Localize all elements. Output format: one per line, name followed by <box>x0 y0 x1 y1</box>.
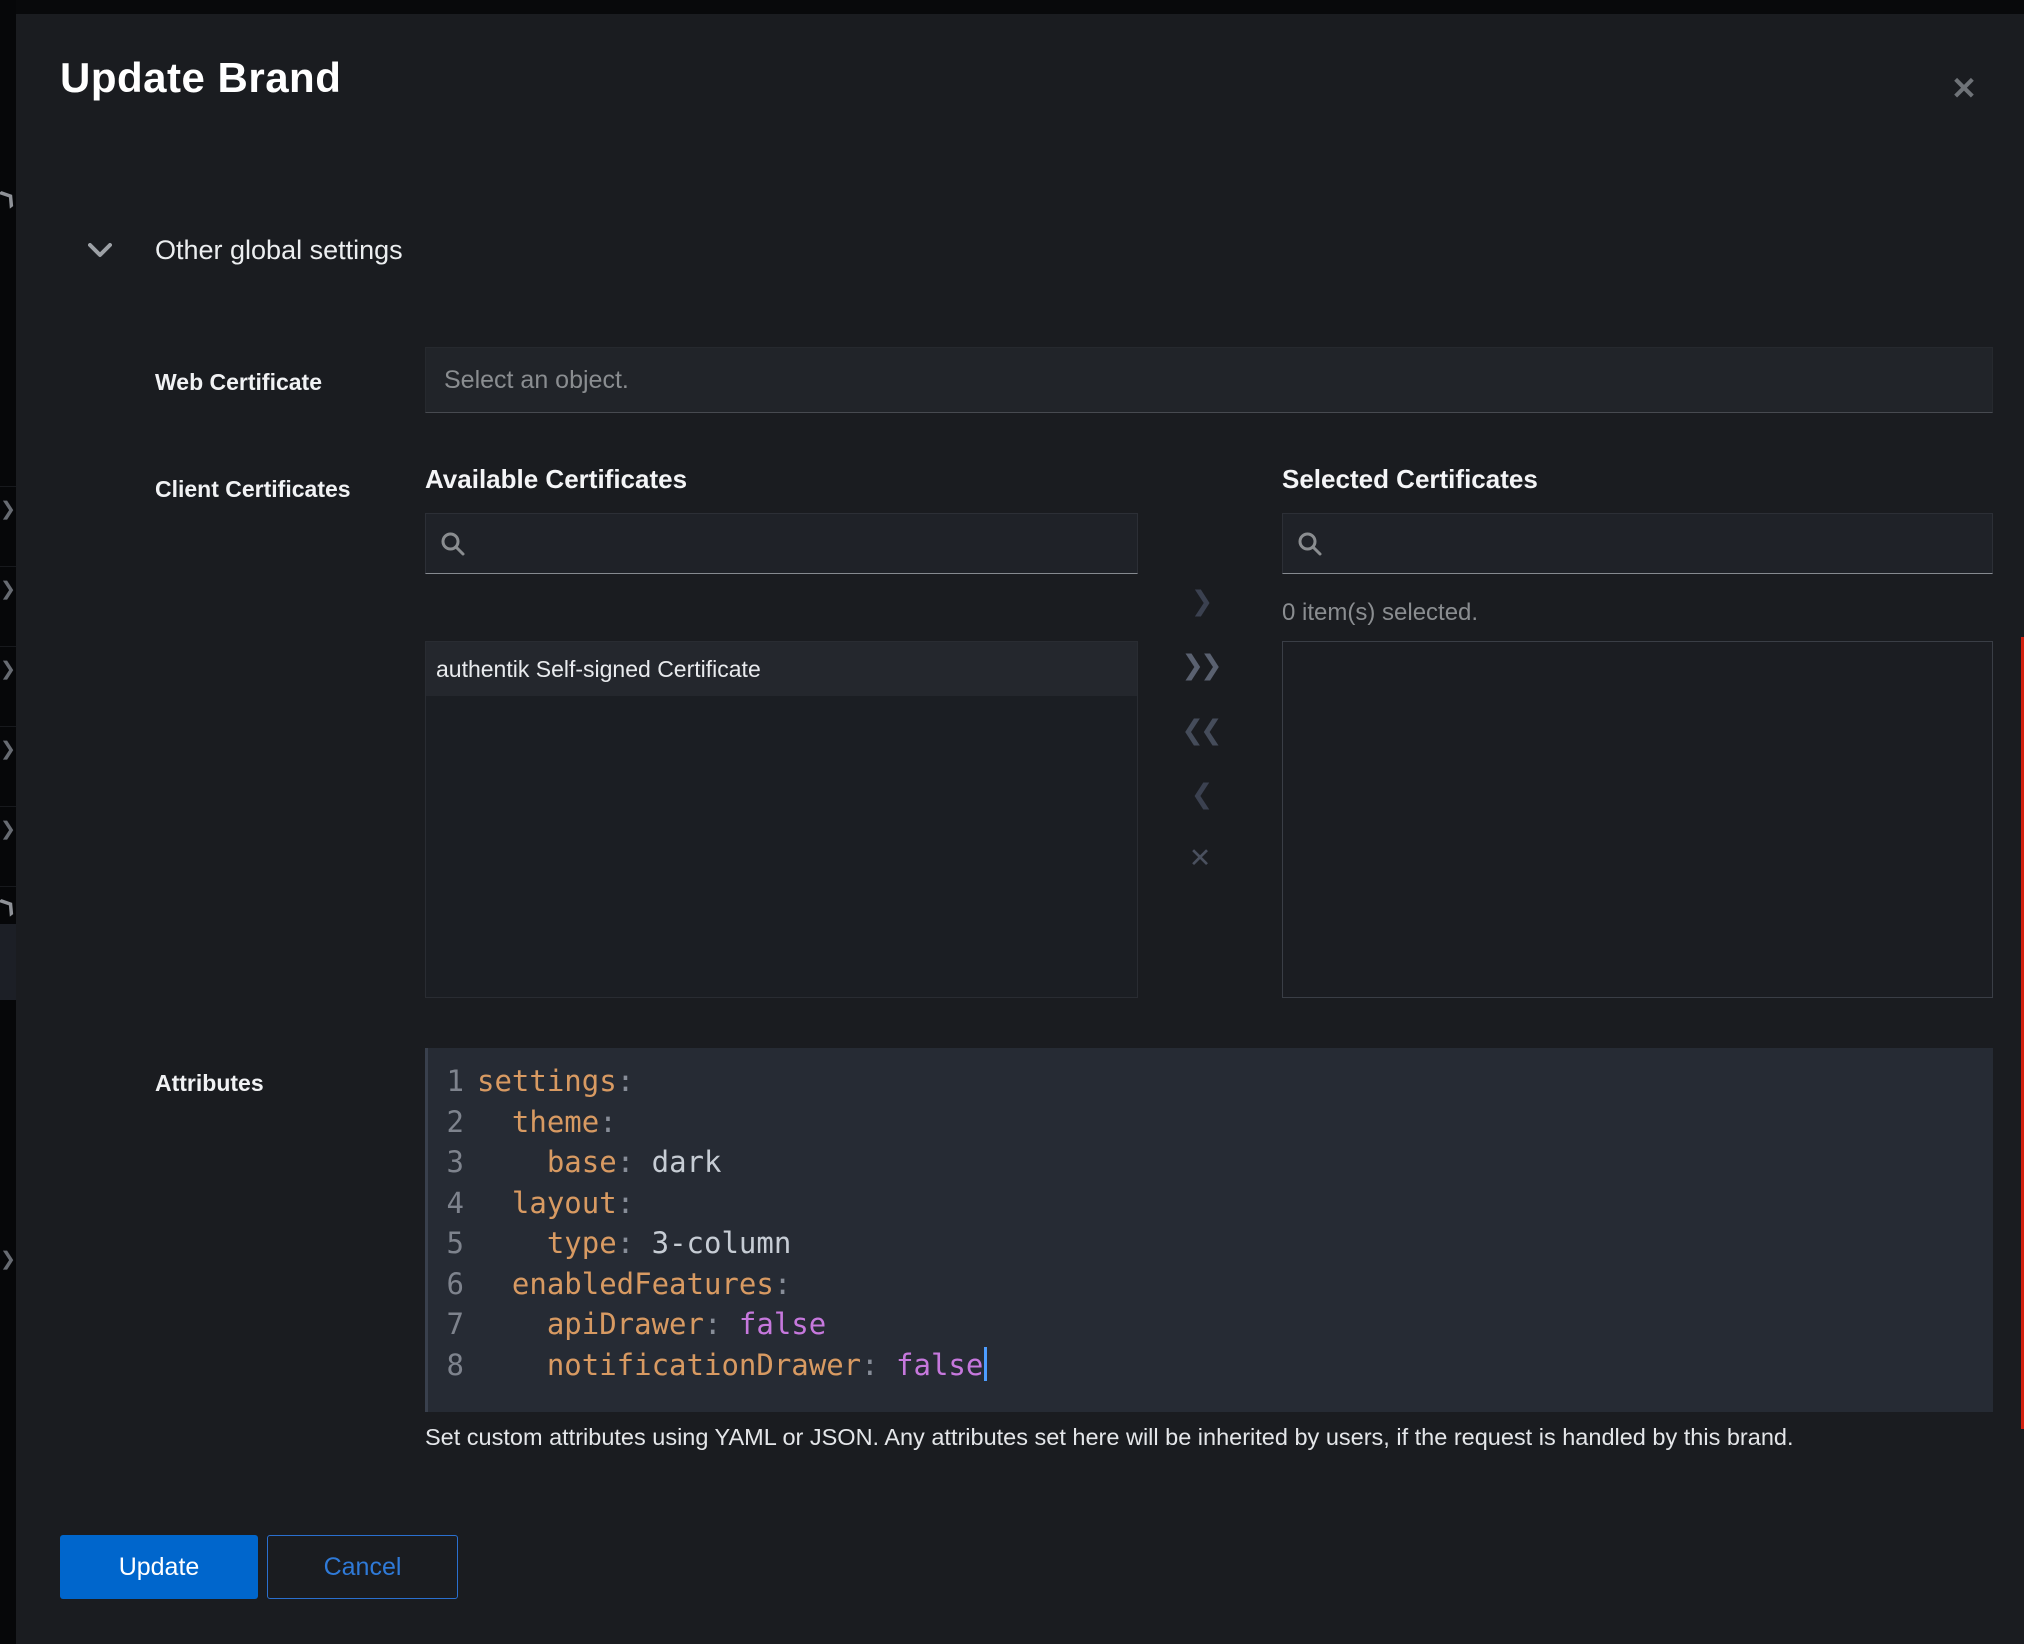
code-line: 6 enabledFeatures: <box>428 1264 1993 1305</box>
code-line: 2 theme: <box>428 1102 1993 1143</box>
search-icon <box>1297 531 1323 557</box>
update-brand-modal: Update Brand ✕ Other global settings Web… <box>16 14 2024 1644</box>
available-certificates-heading: Available Certificates <box>425 464 687 495</box>
list-item[interactable]: authentik Self-signed Certificate <box>426 642 1137 696</box>
client-certificates-label: Client Certificates <box>155 476 351 503</box>
attributes-code-editor[interactable]: 1settings: 2 theme: 3 base: dark 4 layou… <box>425 1048 1993 1412</box>
transfer-add-all-button[interactable]: ❯❯ <box>1174 639 1226 691</box>
code-line: 7 apiDrawer: false <box>428 1304 1993 1345</box>
code-line: 3 base: dark <box>428 1142 1993 1183</box>
close-button[interactable]: ✕ <box>1936 62 1992 114</box>
code-line: 5 type: 3-column <box>428 1223 1993 1264</box>
attributes-label: Attributes <box>155 1070 264 1097</box>
cancel-button[interactable]: Cancel <box>267 1535 458 1599</box>
web-certificate-placeholder: Select an object. <box>444 366 629 395</box>
transfer-add-button[interactable]: ❯ <box>1174 575 1226 627</box>
sidebar-chevron-icon: ❯ <box>0 818 16 842</box>
section-toggle-label: Other global settings <box>155 235 403 266</box>
sidebar-divider <box>0 486 16 487</box>
sidebar-divider <box>0 646 16 647</box>
close-icon: ✕ <box>1951 73 1977 104</box>
text-cursor <box>984 1347 987 1381</box>
sidebar-chevron-icon: ❯ <box>0 738 16 762</box>
sidebar-chevron-icon: ❯ <box>0 1248 16 1272</box>
sidebar-active-item <box>0 924 16 1000</box>
modal-title: Update Brand <box>60 54 341 102</box>
web-certificate-select[interactable]: Select an object. <box>425 347 1993 413</box>
sidebar-chevron-icon: ❯ <box>0 184 16 213</box>
transfer-clear-button[interactable]: ✕ <box>1174 832 1226 884</box>
sidebar-divider <box>0 726 16 727</box>
web-certificate-label: Web Certificate <box>155 369 322 396</box>
selected-search-input[interactable] <box>1335 530 1992 558</box>
selected-count-status: 0 item(s) selected. <box>1282 599 1478 627</box>
selected-certificates-heading: Selected Certificates <box>1282 464 1538 495</box>
sidebar-chevron-icon: ❯ <box>0 578 16 602</box>
sidebar-divider <box>0 806 16 807</box>
transfer-remove-all-button[interactable]: ❮❮ <box>1174 704 1226 756</box>
section-toggle-other-global-settings[interactable]: Other global settings <box>88 228 403 272</box>
sidebar-chevron-icon: ❯ <box>0 892 16 921</box>
available-search-input[interactable] <box>478 530 1137 558</box>
transfer-remove-button[interactable]: ❮ <box>1174 768 1226 820</box>
sidebar-chevron-icon: ❯ <box>0 498 16 522</box>
selected-certificates-list[interactable] <box>1282 641 1993 998</box>
update-button[interactable]: Update <box>60 1535 258 1599</box>
sidebar-chevron-icon: ❯ <box>0 658 16 682</box>
sidebar-sliver: ❯ ❯ ❯ ❯ ❯ ❯ ❯ ❯ <box>0 0 16 1644</box>
sidebar-divider <box>0 886 16 887</box>
code-line: 4 layout: <box>428 1183 1993 1224</box>
available-search-box <box>425 513 1138 574</box>
search-icon <box>440 531 466 557</box>
selected-search-box <box>1282 513 1993 574</box>
available-certificates-list: authentik Self-signed Certificate <box>425 641 1138 998</box>
attributes-help-text: Set custom attributes using YAML or JSON… <box>425 1424 1965 1451</box>
chevron-down-icon <box>88 243 118 258</box>
code-line: 1settings: <box>428 1061 1993 1102</box>
sidebar-divider <box>0 566 16 567</box>
code-line: 8 notificationDrawer: false <box>428 1345 1993 1386</box>
